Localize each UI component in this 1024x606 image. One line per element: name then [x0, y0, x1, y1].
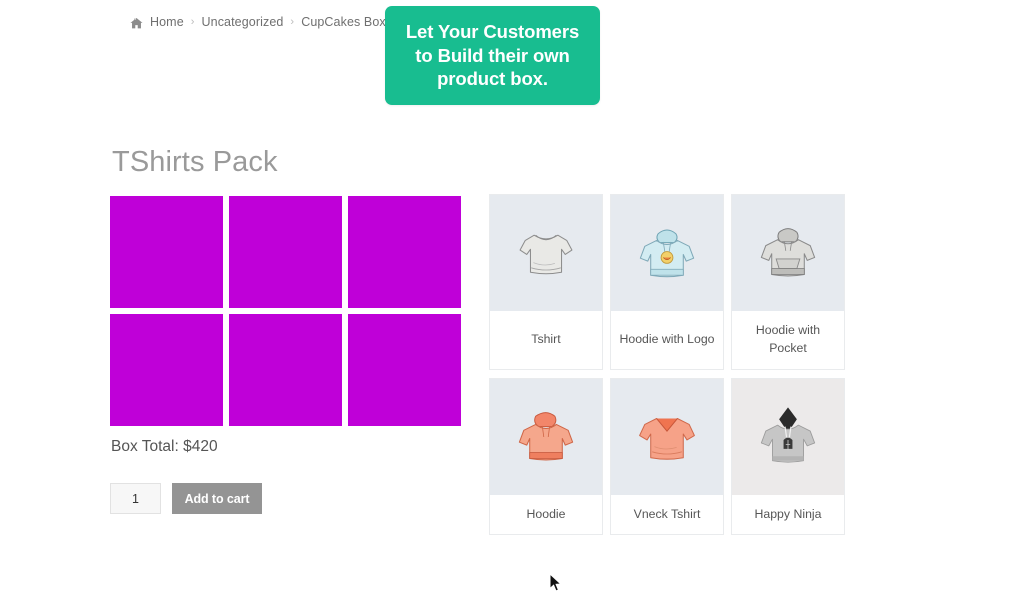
product-card-hoodie[interactable]: Hoodie — [489, 377, 603, 536]
product-thumb — [490, 378, 602, 495]
box-slot[interactable] — [110, 196, 223, 308]
product-thumb — [732, 195, 844, 311]
promo-line-1: Let Your Customers — [405, 20, 580, 42]
box-slot[interactable] — [348, 314, 461, 426]
product-name: Hoodie with Pocket — [755, 323, 821, 356]
product-card-grid: Tshirt Hoodie with Logo Hoodie with Pock… — [489, 194, 847, 536]
home-icon — [130, 17, 143, 30]
product-thumb — [732, 378, 844, 495]
happy-ninja-hoodie-icon — [760, 407, 816, 463]
product-card-tshirt[interactable]: Tshirt — [489, 194, 603, 370]
product-thumb — [611, 378, 723, 495]
product-name: Tshirt — [531, 332, 561, 347]
tshirt-gray-icon — [519, 234, 573, 275]
vneck-tshirt-orange-icon — [639, 417, 695, 460]
promo-banner-text: Let Your Customers to Build their own pr… — [396, 20, 589, 91]
page-title: TShirts Pack — [112, 146, 278, 178]
promo-line-2: to Build their own — [415, 44, 570, 66]
promo-banner: Let Your Customers to Build their own pr… — [385, 6, 600, 105]
product-name: Happy Ninja — [754, 506, 822, 521]
box-total-label: Box Total: $420 — [111, 438, 218, 455]
breadcrumb-current: CupCakes Box — [301, 15, 386, 29]
box-slot[interactable] — [110, 314, 223, 426]
product-card-hoodie-with-pocket[interactable]: Hoodie with Pocket — [731, 194, 845, 370]
breadcrumb: Home › Uncategorized › CupCakes Box — [130, 15, 386, 29]
product-name: Hoodie — [526, 506, 566, 521]
hoodie-orange-icon — [518, 411, 574, 461]
product-thumb — [490, 195, 602, 311]
product-name: Hoodie with Logo — [619, 332, 715, 347]
product-card-vneck-tshirt[interactable]: Vneck Tshirt — [610, 377, 724, 536]
breadcrumb-link-uncategorized[interactable]: Uncategorized — [202, 15, 284, 29]
breadcrumb-separator: › — [190, 16, 195, 28]
cart-controls: Add to cart — [110, 483, 262, 514]
product-thumb — [611, 195, 723, 311]
product-card-happy-ninja[interactable]: Happy Ninja — [731, 377, 845, 536]
quantity-input[interactable] — [110, 483, 161, 514]
mouse-cursor — [549, 572, 563, 593]
add-to-cart-button[interactable]: Add to cart — [172, 483, 262, 514]
box-slot-grid — [110, 196, 461, 426]
page-root: Home › Uncategorized › CupCakes Box Let … — [0, 0, 1024, 606]
hoodie-gray-pocket-icon — [760, 228, 816, 277]
box-slot[interactable] — [229, 196, 342, 308]
hoodie-blue-logo-icon — [639, 229, 695, 278]
product-card-hoodie-with-logo[interactable]: Hoodie with Logo — [610, 194, 724, 370]
box-slot[interactable] — [348, 196, 461, 308]
breadcrumb-separator: › — [290, 16, 295, 28]
box-slot[interactable] — [229, 314, 342, 426]
product-name: Vneck Tshirt — [633, 506, 701, 521]
promo-line-3: product box. — [437, 68, 548, 90]
breadcrumb-link-home[interactable]: Home — [150, 15, 184, 29]
